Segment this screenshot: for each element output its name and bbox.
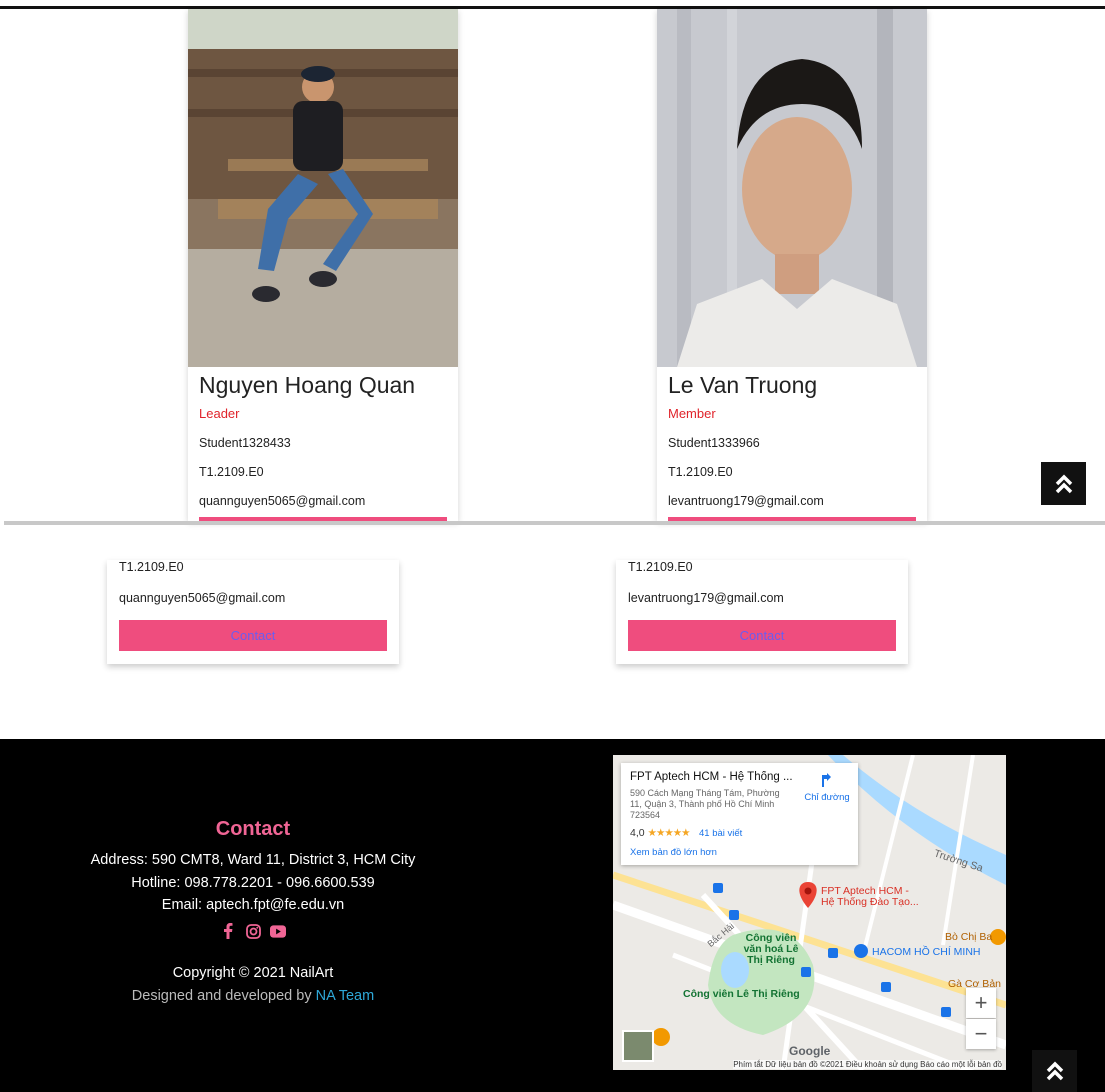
page: Nguyen Hoang Quan Leader Student1328433 … [0, 0, 1105, 1092]
google-logo: Google [789, 1044, 831, 1058]
footer-copyright: Copyright © 2021 NailArt [172, 965, 334, 981]
footer-address: Address: 590 CMT8, Ward 11, District 3, … [90, 852, 416, 868]
map-park-label: Công viên văn hoá Lê Thị Riêng [743, 932, 799, 966]
double-chevron-up-icon [1046, 1061, 1063, 1081]
directions-label: Chỉ đường [804, 792, 850, 803]
social-links [0, 923, 506, 939]
map-reviews-link[interactable]: 41 bài viết [699, 828, 742, 839]
section-divider [4, 521, 1105, 525]
star-rating-icon: ★★★★★ [647, 827, 691, 839]
map-zoom-in-button[interactable]: + [966, 988, 996, 1018]
view-larger-map-link[interactable]: Xem bản đồ lớn hơn [630, 847, 717, 858]
directions-icon [822, 773, 831, 787]
footer-hotline: Hotline: 098.778.2201 - 096.6600.539 [131, 875, 375, 891]
team-link[interactable]: NA Team [316, 988, 375, 1004]
contact-button[interactable]: Contact [628, 620, 896, 651]
top-border [0, 6, 1105, 9]
facebook-icon[interactable] [220, 923, 236, 939]
footer-email: Email: aptech.fpt@fe.edu.vn [161, 897, 345, 913]
map-place-card: FPT Aptech HCM - Hệ Thống ... 590 Cách M… [621, 763, 858, 865]
map-zoom-out-button[interactable]: − [966, 1019, 996, 1049]
member-student-id: Student1328433 [199, 436, 291, 450]
member-email: quannguyen5065@gmail.com [199, 494, 366, 508]
member-class: T1.2109.E0 [199, 465, 264, 479]
youtube-icon[interactable] [270, 923, 286, 939]
member-photo [188, 9, 458, 367]
back-to-top-button[interactable] [1041, 462, 1086, 505]
designed-by-text: Designed and developed by [131, 988, 316, 1004]
member-card-member: Le Van Truong Member Student1333966 T1.2… [657, 9, 927, 521]
footer-contact-title: Contact [215, 818, 291, 840]
member-class: T1.2109.E0 [668, 465, 733, 479]
map-place-title: FPT Aptech HCM - Hệ Thống ... [630, 771, 793, 783]
member-class: T1.2109.E0 [628, 560, 693, 574]
member-card-leader: Nguyen Hoang Quan Leader Student1328433 … [188, 9, 458, 521]
member-class: T1.2109.E0 [119, 560, 184, 574]
member-card-bottom: T1.2109.E0 quannguyen5065@gmail.com Cont… [107, 560, 399, 664]
double-chevron-up-icon [1055, 474, 1072, 493]
member-email: quannguyen5065@gmail.com [119, 591, 286, 605]
embedded-map[interactable]: FPT Aptech HCM - Hệ Thống Đào Tạo... Côn… [613, 755, 1006, 1070]
footer: Contact Address: 590 CMT8, Ward 11, Dist… [0, 739, 1105, 1092]
member-role: Member [668, 406, 716, 421]
instagram-icon[interactable] [245, 923, 261, 939]
member-name: Nguyen Hoang Quan [199, 372, 416, 398]
member-student-id: Student1333966 [668, 436, 760, 450]
map-pin-label: FPT Aptech HCM - Hệ Thống Đào Tạo... [821, 885, 919, 908]
member-name: Le Van Truong [668, 372, 818, 398]
back-to-top-button[interactable] [1032, 1050, 1077, 1092]
member-email: levantruong179@gmail.com [628, 591, 784, 605]
member-email: levantruong179@gmail.com [668, 494, 824, 508]
contact-button[interactable]: Contact [119, 620, 387, 651]
member-photo [657, 9, 927, 367]
directions-button[interactable]: Chỉ đường [801, 773, 853, 803]
member-card-bottom: T1.2109.E0 levantruong179@gmail.com Cont… [616, 560, 908, 664]
map-park-label-2: Công viên Lê Thị Riêng [683, 988, 800, 1000]
footer-designed-by: Designed and developed by NA Team [0, 988, 506, 1004]
map-rating: 4,0 ★★★★★ [630, 827, 691, 839]
map-rating-value: 4,0 [630, 827, 645, 839]
map-bo-chi-ba-label: Bò Chị Ba [945, 931, 993, 943]
map-attribution[interactable]: Phím tắt Dữ liệu bản đồ ©2021 Điều khoản… [733, 1060, 1002, 1069]
member-role: Leader [199, 406, 240, 421]
map-place-address: 590 Cách Mạng Tháng Tám, Phường 11, Quận… [630, 788, 780, 820]
map-hacom-label: HACOM HỒ CHÍ MINH [872, 946, 981, 958]
